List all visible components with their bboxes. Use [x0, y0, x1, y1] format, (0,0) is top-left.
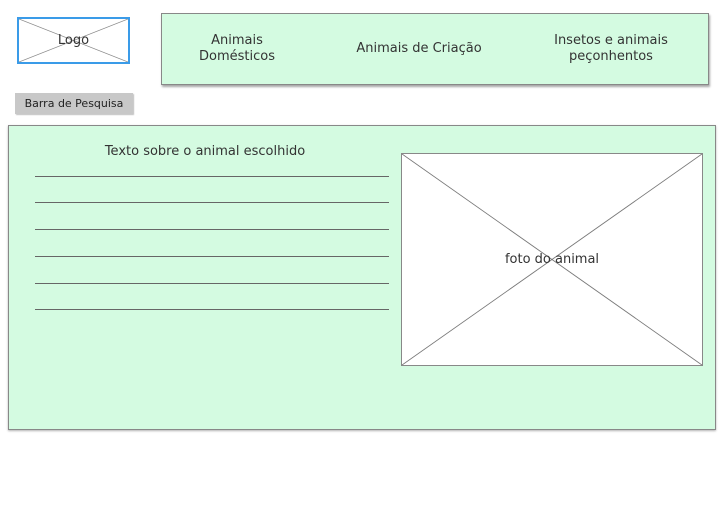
nav-item-insetos-e-animais-peconhentos[interactable]: Insetos e animais peçonhentos [538, 14, 684, 84]
text-heading: Texto sobre o animal escolhido [104, 144, 306, 159]
animal-photo: foto do animal [401, 153, 703, 366]
text-line [35, 176, 389, 177]
main-navigation: Animais Domésticos Animais de Criação In… [161, 13, 709, 85]
text-line [35, 256, 389, 257]
nav-item-animais-de-criacao[interactable]: Animais de Criação [342, 14, 496, 84]
nav-item-label: Animais de Criação [356, 41, 482, 56]
logo[interactable]: Logo [17, 17, 130, 64]
photo-label: foto do animal [504, 252, 600, 267]
text-line [35, 202, 389, 203]
nav-item-label: Insetos e animais peçonhentos [554, 33, 668, 64]
text-line [35, 309, 389, 310]
wireframe-page: Logo Animais Domésticos Animais de Criaç… [0, 0, 722, 511]
text-line [35, 229, 389, 230]
search-label: Barra de Pesquisa [24, 97, 124, 110]
nav-item-label: Animais Domésticos [199, 33, 275, 64]
search-input[interactable]: Barra de Pesquisa [15, 93, 133, 114]
text-line [35, 283, 389, 284]
logo-label: Logo [57, 33, 90, 48]
content-panel: Texto sobre o animal escolhido foto do a… [8, 125, 716, 430]
nav-item-animais-domesticos[interactable]: Animais Domésticos [180, 14, 294, 84]
